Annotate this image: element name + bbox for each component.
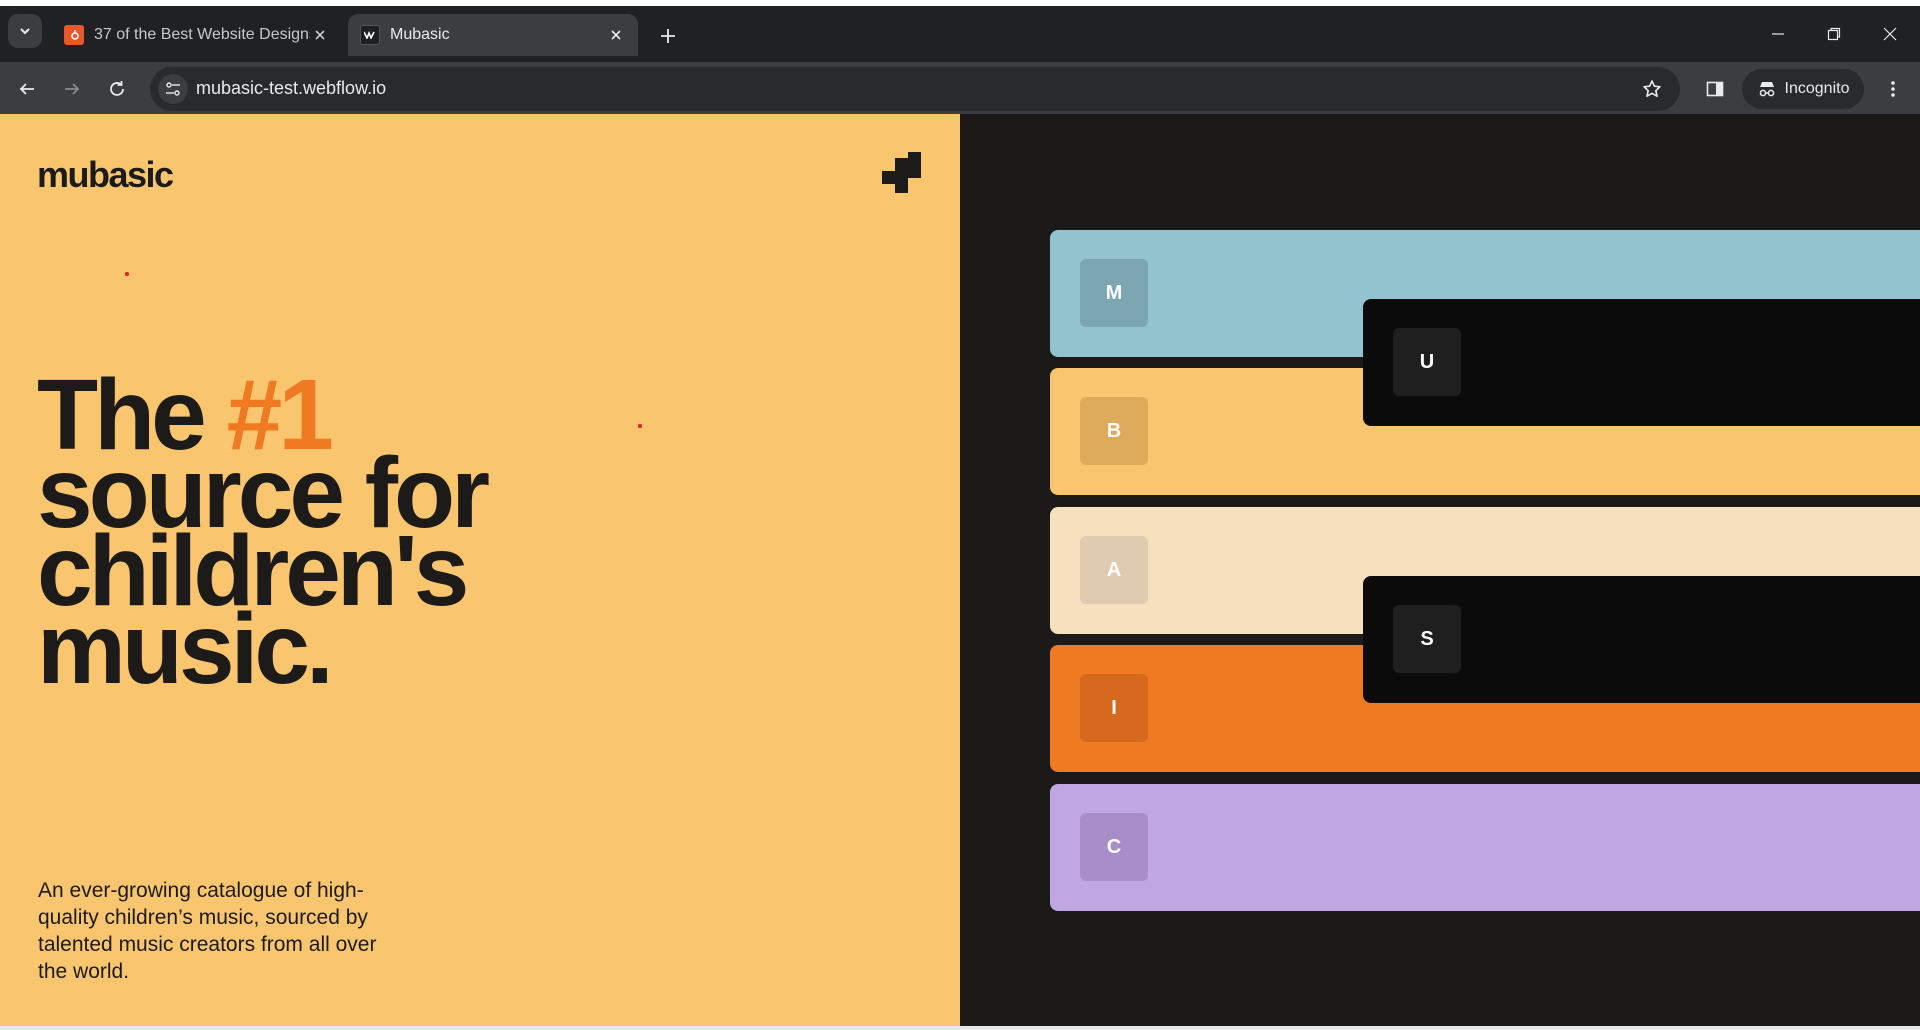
- tab-title: 37 of the Best Website Designs: [94, 26, 310, 43]
- letter-tile: I: [1080, 674, 1148, 742]
- hero-left-panel: mubasic The #1 source for children's mus…: [0, 114, 960, 1026]
- reload-icon: [110, 81, 124, 96]
- tab-search-button[interactable]: [8, 14, 42, 48]
- minimize-button[interactable]: [1750, 14, 1806, 54]
- hero-tagline: An ever-growing catalogue of high-qualit…: [38, 879, 377, 983]
- letter-tile: B: [1080, 397, 1148, 465]
- letter-tile: M: [1080, 259, 1148, 327]
- close-tab-icon[interactable]: [606, 25, 626, 45]
- incognito-label: Incognito: [1784, 80, 1850, 97]
- brand-logo[interactable]: mubasic: [37, 154, 174, 196]
- red-dot: [125, 272, 129, 276]
- blocks-logo-icon[interactable]: [882, 152, 924, 194]
- webflow-icon: [360, 25, 380, 45]
- plus-icon: [661, 29, 675, 43]
- browser-menu-button[interactable]: [1876, 72, 1910, 106]
- chevron-down-icon: [20, 28, 30, 35]
- close-window-button[interactable]: [1862, 14, 1918, 54]
- address-bar[interactable]: mubasic-test.webflow.io: [150, 67, 1680, 111]
- tab-mubasic[interactable]: Mubasic: [348, 14, 638, 56]
- tune-icon: [166, 82, 180, 96]
- minimize-icon: [1772, 33, 1784, 35]
- letter-band-u: U: [1363, 299, 1920, 426]
- url-text: mubasic-test.webflow.io: [196, 78, 387, 98]
- letter-tile: C: [1080, 813, 1148, 881]
- browser-tab-bar: 37 of the Best Website Designs Mubasic: [0, 6, 1920, 62]
- arrow-left-icon: [19, 83, 34, 95]
- restore-icon: [1827, 27, 1841, 41]
- restore-button[interactable]: [1806, 14, 1862, 54]
- incognito-badge[interactable]: Incognito: [1742, 69, 1864, 109]
- forward-button[interactable]: [55, 72, 89, 106]
- letter-band-s: S: [1363, 576, 1920, 703]
- hero-right-panel: M B A I C U S: [960, 114, 1920, 1026]
- letter-tile: A: [1080, 536, 1148, 604]
- more-vert-icon: [1891, 81, 1895, 97]
- tab-best-website-designs[interactable]: 37 of the Best Website Designs: [52, 14, 342, 56]
- letter-tile: S: [1393, 605, 1461, 673]
- letter-band-c: C: [1050, 784, 1920, 911]
- window-bottom-edge: [0, 1026, 1920, 1030]
- star-icon: [1643, 80, 1661, 97]
- browser-toolbar: mubasic-test.webflow.io Incognito: [0, 62, 1920, 114]
- close-tab-icon[interactable]: [310, 25, 330, 45]
- back-button[interactable]: [10, 72, 44, 106]
- side-panel-button[interactable]: [1698, 72, 1732, 106]
- tab-title: Mubasic: [390, 26, 450, 43]
- incognito-icon: [1759, 82, 1774, 97]
- hero-headline: The #1 source for children's music.: [37, 365, 737, 699]
- close-icon: [1883, 27, 1897, 41]
- new-tab-button[interactable]: [652, 20, 684, 52]
- site-info-button[interactable]: [158, 74, 188, 104]
- hubspot-icon: [64, 25, 84, 45]
- bookmark-button[interactable]: [1638, 75, 1666, 103]
- arrow-right-icon: [65, 83, 80, 95]
- letter-tile: U: [1393, 328, 1461, 396]
- side-panel-icon: [1706, 81, 1724, 97]
- reload-button[interactable]: [100, 72, 134, 106]
